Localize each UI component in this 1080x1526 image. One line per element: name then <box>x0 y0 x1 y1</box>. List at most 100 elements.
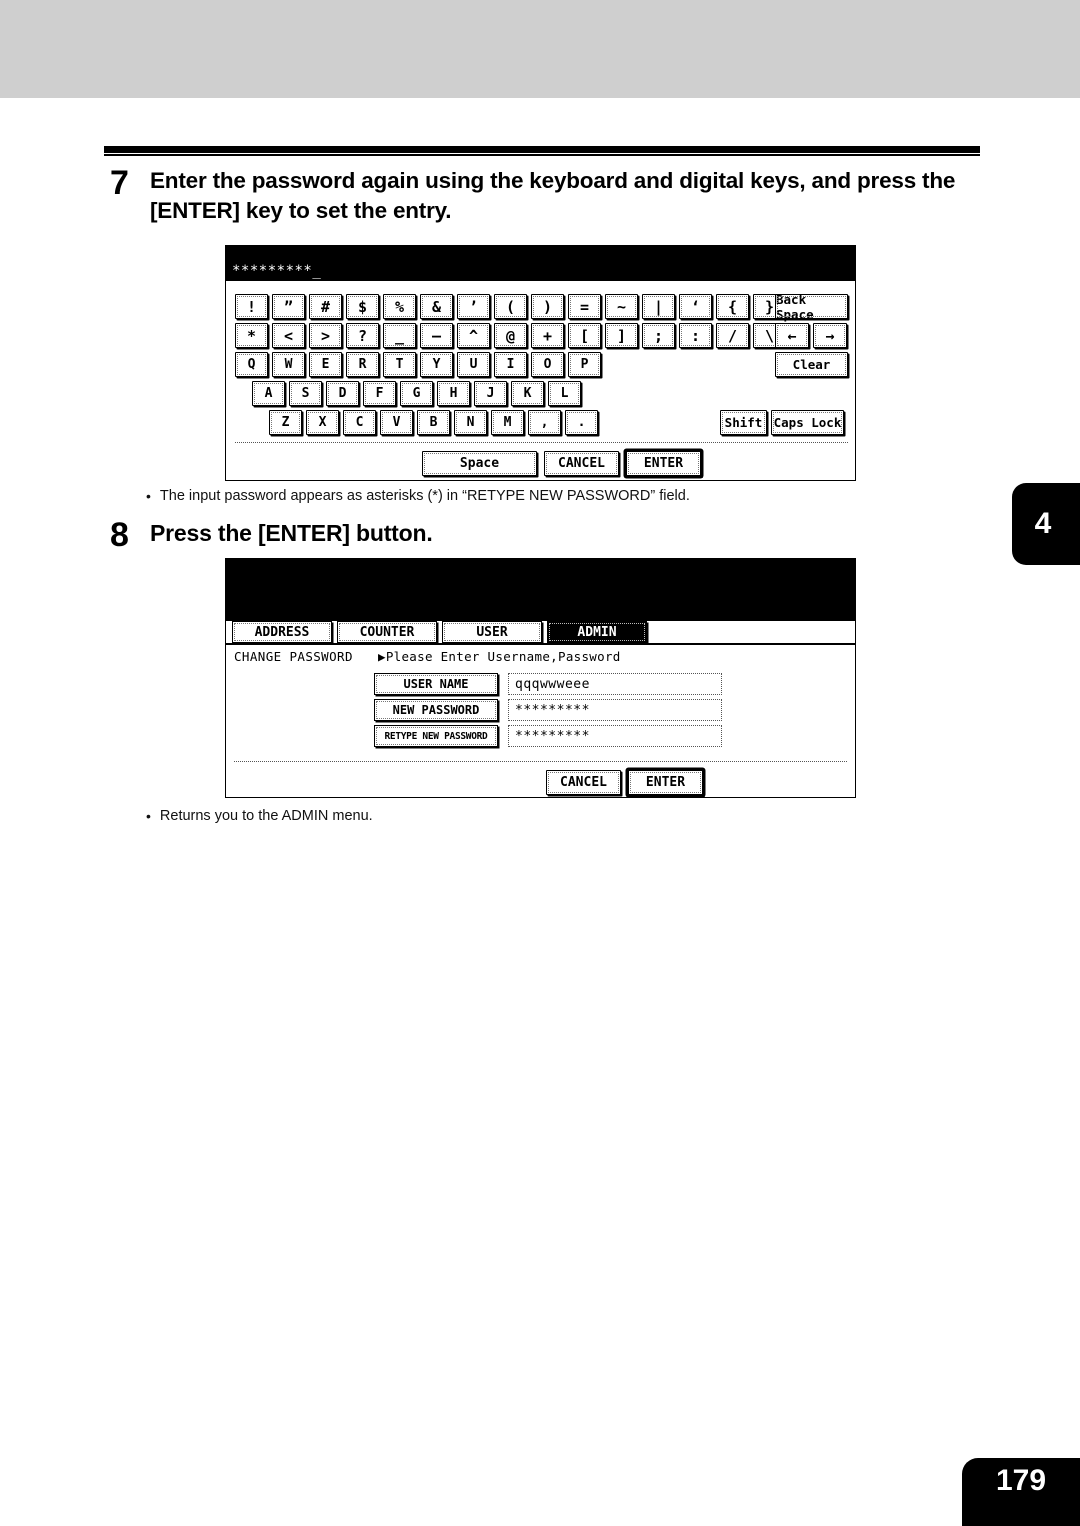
caption-step-8: • Returns you to the ADMIN menu. <box>146 808 373 825</box>
key-c[interactable]: C <box>343 410 376 435</box>
key-a[interactable]: A <box>252 381 285 406</box>
key-h[interactable]: H <box>437 381 470 406</box>
admin-action-row: CANCEL ENTER <box>546 770 703 795</box>
key-equals[interactable]: = <box>568 294 601 319</box>
key-period[interactable]: . <box>565 410 598 435</box>
caps-lock-button[interactable]: Caps Lock <box>771 410 844 435</box>
key-dash[interactable]: — <box>420 323 453 348</box>
admin-cancel-button[interactable]: CANCEL <box>546 770 621 795</box>
key-s[interactable]: S <box>289 381 322 406</box>
key-hash[interactable]: # <box>309 294 342 319</box>
retype-new-password-button[interactable]: RETYPE NEW PASSWORD <box>374 725 498 747</box>
key-u[interactable]: U <box>457 352 490 377</box>
key-r[interactable]: R <box>346 352 379 377</box>
key-colon[interactable]: : <box>679 323 712 348</box>
key-o[interactable]: O <box>531 352 564 377</box>
key-ampersand[interactable]: & <box>420 294 453 319</box>
keyboard-row-a: A S D F G H J K L <box>252 381 585 406</box>
key-paren-close[interactable]: ) <box>531 294 564 319</box>
key-d[interactable]: D <box>326 381 359 406</box>
key-k[interactable]: K <box>511 381 544 406</box>
key-e[interactable]: E <box>309 352 342 377</box>
keyboard-row-q: Q W E R T Y U I O P <box>235 352 605 377</box>
key-at[interactable]: @ <box>494 323 527 348</box>
bullet-icon: • <box>146 808 151 824</box>
new-password-value[interactable]: ********* <box>508 699 722 721</box>
key-t[interactable]: T <box>383 352 416 377</box>
key-b[interactable]: B <box>417 410 450 435</box>
screen-title: CHANGE PASSWORD <box>234 649 353 664</box>
step-7-text: Enter the password again using the keybo… <box>150 168 956 223</box>
key-brace-open[interactable]: { <box>716 294 749 319</box>
key-p[interactable]: P <box>568 352 601 377</box>
retype-new-password-value[interactable]: ********* <box>508 725 722 747</box>
caption-step-7: • The input password appears as asterisk… <box>146 488 690 505</box>
key-f[interactable]: F <box>363 381 396 406</box>
key-n[interactable]: N <box>454 410 487 435</box>
caption-step-8-text: Returns you to the ADMIN menu. <box>159 808 373 824</box>
keyboard-cancel-button[interactable]: CANCEL <box>544 451 619 476</box>
step-8-number: 8 <box>110 516 129 554</box>
keyboard-right-column-1: Back Space <box>775 292 852 322</box>
key-semicolon[interactable]: ; <box>642 323 675 348</box>
key-caret[interactable]: ^ <box>457 323 490 348</box>
step-8: 8 Press the [ENTER] button. <box>110 518 710 552</box>
key-w[interactable]: W <box>272 352 305 377</box>
key-x[interactable]: X <box>306 410 339 435</box>
key-z[interactable]: Z <box>269 410 302 435</box>
arrow-left-icon[interactable]: ← <box>775 323 809 348</box>
tab-address[interactable]: ADDRESS <box>232 621 332 643</box>
admin-enter-button[interactable]: ENTER <box>628 770 703 795</box>
key-i[interactable]: I <box>494 352 527 377</box>
keyboard-row-z: Z X C V B N M , . <box>269 410 602 435</box>
form-row-new-password: NEW PASSWORD ********* <box>374 699 722 721</box>
key-paren-open[interactable]: ( <box>494 294 527 319</box>
key-dollar[interactable]: $ <box>346 294 379 319</box>
key-question[interactable]: ? <box>346 323 379 348</box>
key-apostrophe[interactable]: ’ <box>457 294 490 319</box>
keyboard-screen: *********_ ! ” # $ % & ’ ( ) = ~ | ‘ { } <box>225 245 856 481</box>
key-quote[interactable]: ” <box>272 294 305 319</box>
keyboard-right-column-2: ← → <box>775 323 851 348</box>
key-y[interactable]: Y <box>420 352 453 377</box>
key-plus[interactable]: + <box>531 323 564 348</box>
key-greater-than[interactable]: > <box>309 323 342 348</box>
clear-button[interactable]: Clear <box>775 352 848 377</box>
manual-page: 7 Enter the password again using the key… <box>0 0 1080 1526</box>
user-name-value[interactable]: qqqwwweee <box>508 673 722 695</box>
key-q[interactable]: Q <box>235 352 268 377</box>
key-bracket-open[interactable]: [ <box>568 323 601 348</box>
keyboard-right-column-4: Shift Caps Lock <box>720 410 848 435</box>
tab-admin[interactable]: ADMIN <box>547 621 647 643</box>
key-backtick[interactable]: ‘ <box>679 294 712 319</box>
key-percent[interactable]: % <box>383 294 416 319</box>
key-g[interactable]: G <box>400 381 433 406</box>
key-bracket-close[interactable]: ] <box>605 323 638 348</box>
key-exclamation[interactable]: ! <box>235 294 268 319</box>
key-l[interactable]: L <box>548 381 581 406</box>
keyboard-enter-button[interactable]: ENTER <box>626 451 701 476</box>
arrow-right-icon[interactable]: → <box>813 323 847 348</box>
space-button[interactable]: Space <box>422 451 537 476</box>
password-echo-value: ********* <box>232 263 313 279</box>
step-8-text: Press the [ENTER] button. <box>150 520 433 546</box>
key-tilde[interactable]: ~ <box>605 294 638 319</box>
key-asterisk[interactable]: * <box>235 323 268 348</box>
key-underscore[interactable]: _ <box>383 323 416 348</box>
key-less-than[interactable]: < <box>272 323 305 348</box>
key-pipe[interactable]: | <box>642 294 675 319</box>
keyboard-action-row: Space CANCEL ENTER <box>422 451 701 476</box>
tab-counter[interactable]: COUNTER <box>337 621 437 643</box>
key-m[interactable]: M <box>491 410 524 435</box>
new-password-button[interactable]: NEW PASSWORD <box>374 699 498 721</box>
admin-screen: ADDRESS COUNTER USER ADMIN CHANGE PASSWO… <box>225 558 856 798</box>
key-slash[interactable]: / <box>716 323 749 348</box>
back-space-button[interactable]: Back Space <box>775 292 848 322</box>
user-name-button[interactable]: USER NAME <box>374 673 498 695</box>
text-cursor: _ <box>312 263 322 279</box>
key-j[interactable]: J <box>474 381 507 406</box>
key-comma[interactable]: , <box>528 410 561 435</box>
tab-user[interactable]: USER <box>442 621 542 643</box>
shift-button[interactable]: Shift <box>720 410 767 435</box>
key-v[interactable]: V <box>380 410 413 435</box>
